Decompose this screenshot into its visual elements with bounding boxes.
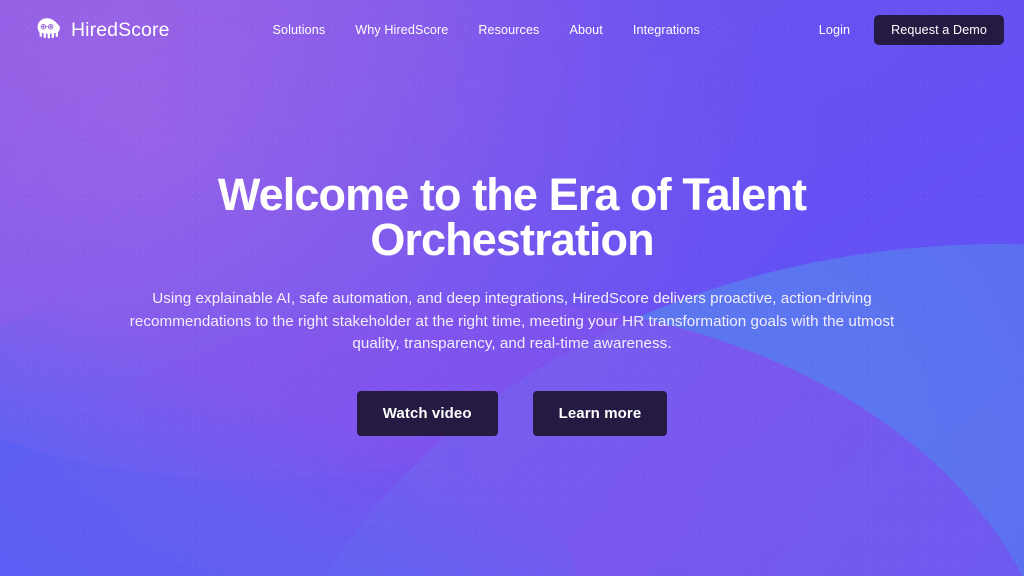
brand-logo-link[interactable]: HiredScore (32, 15, 170, 45)
page-root: HiredScore Solutions Why HiredScore Reso… (0, 0, 1024, 576)
brand-name: HiredScore (71, 18, 170, 41)
main-navigation: Solutions Why HiredScore Resources About… (273, 23, 700, 37)
nav-item-integrations[interactable]: Integrations (633, 23, 700, 37)
hero-title: Welcome to the Era of Talent Orchestrati… (217, 169, 807, 265)
learn-more-button[interactable]: Learn more (532, 390, 668, 436)
hero-cta-group: Watch video Learn more (356, 390, 668, 436)
login-link[interactable]: Login (819, 23, 850, 37)
nav-item-about[interactable]: About (569, 23, 602, 37)
watch-video-button[interactable]: Watch video (356, 390, 498, 436)
octopus-icon (37, 18, 60, 39)
nav-item-solutions[interactable]: Solutions (273, 23, 326, 37)
hero-subtitle: Using explainable AI, safe automation, a… (129, 290, 895, 352)
nav-item-resources[interactable]: Resources (478, 23, 539, 37)
request-demo-button[interactable]: Request a Demo (874, 15, 1004, 45)
hero-section: Welcome to the Era of Talent Orchestrati… (0, 0, 1024, 576)
header-actions: Login Request a Demo (819, 15, 1004, 45)
site-header: HiredScore Solutions Why HiredScore Reso… (0, 0, 1024, 60)
nav-item-why-hiredscore[interactable]: Why HiredScore (355, 23, 448, 37)
